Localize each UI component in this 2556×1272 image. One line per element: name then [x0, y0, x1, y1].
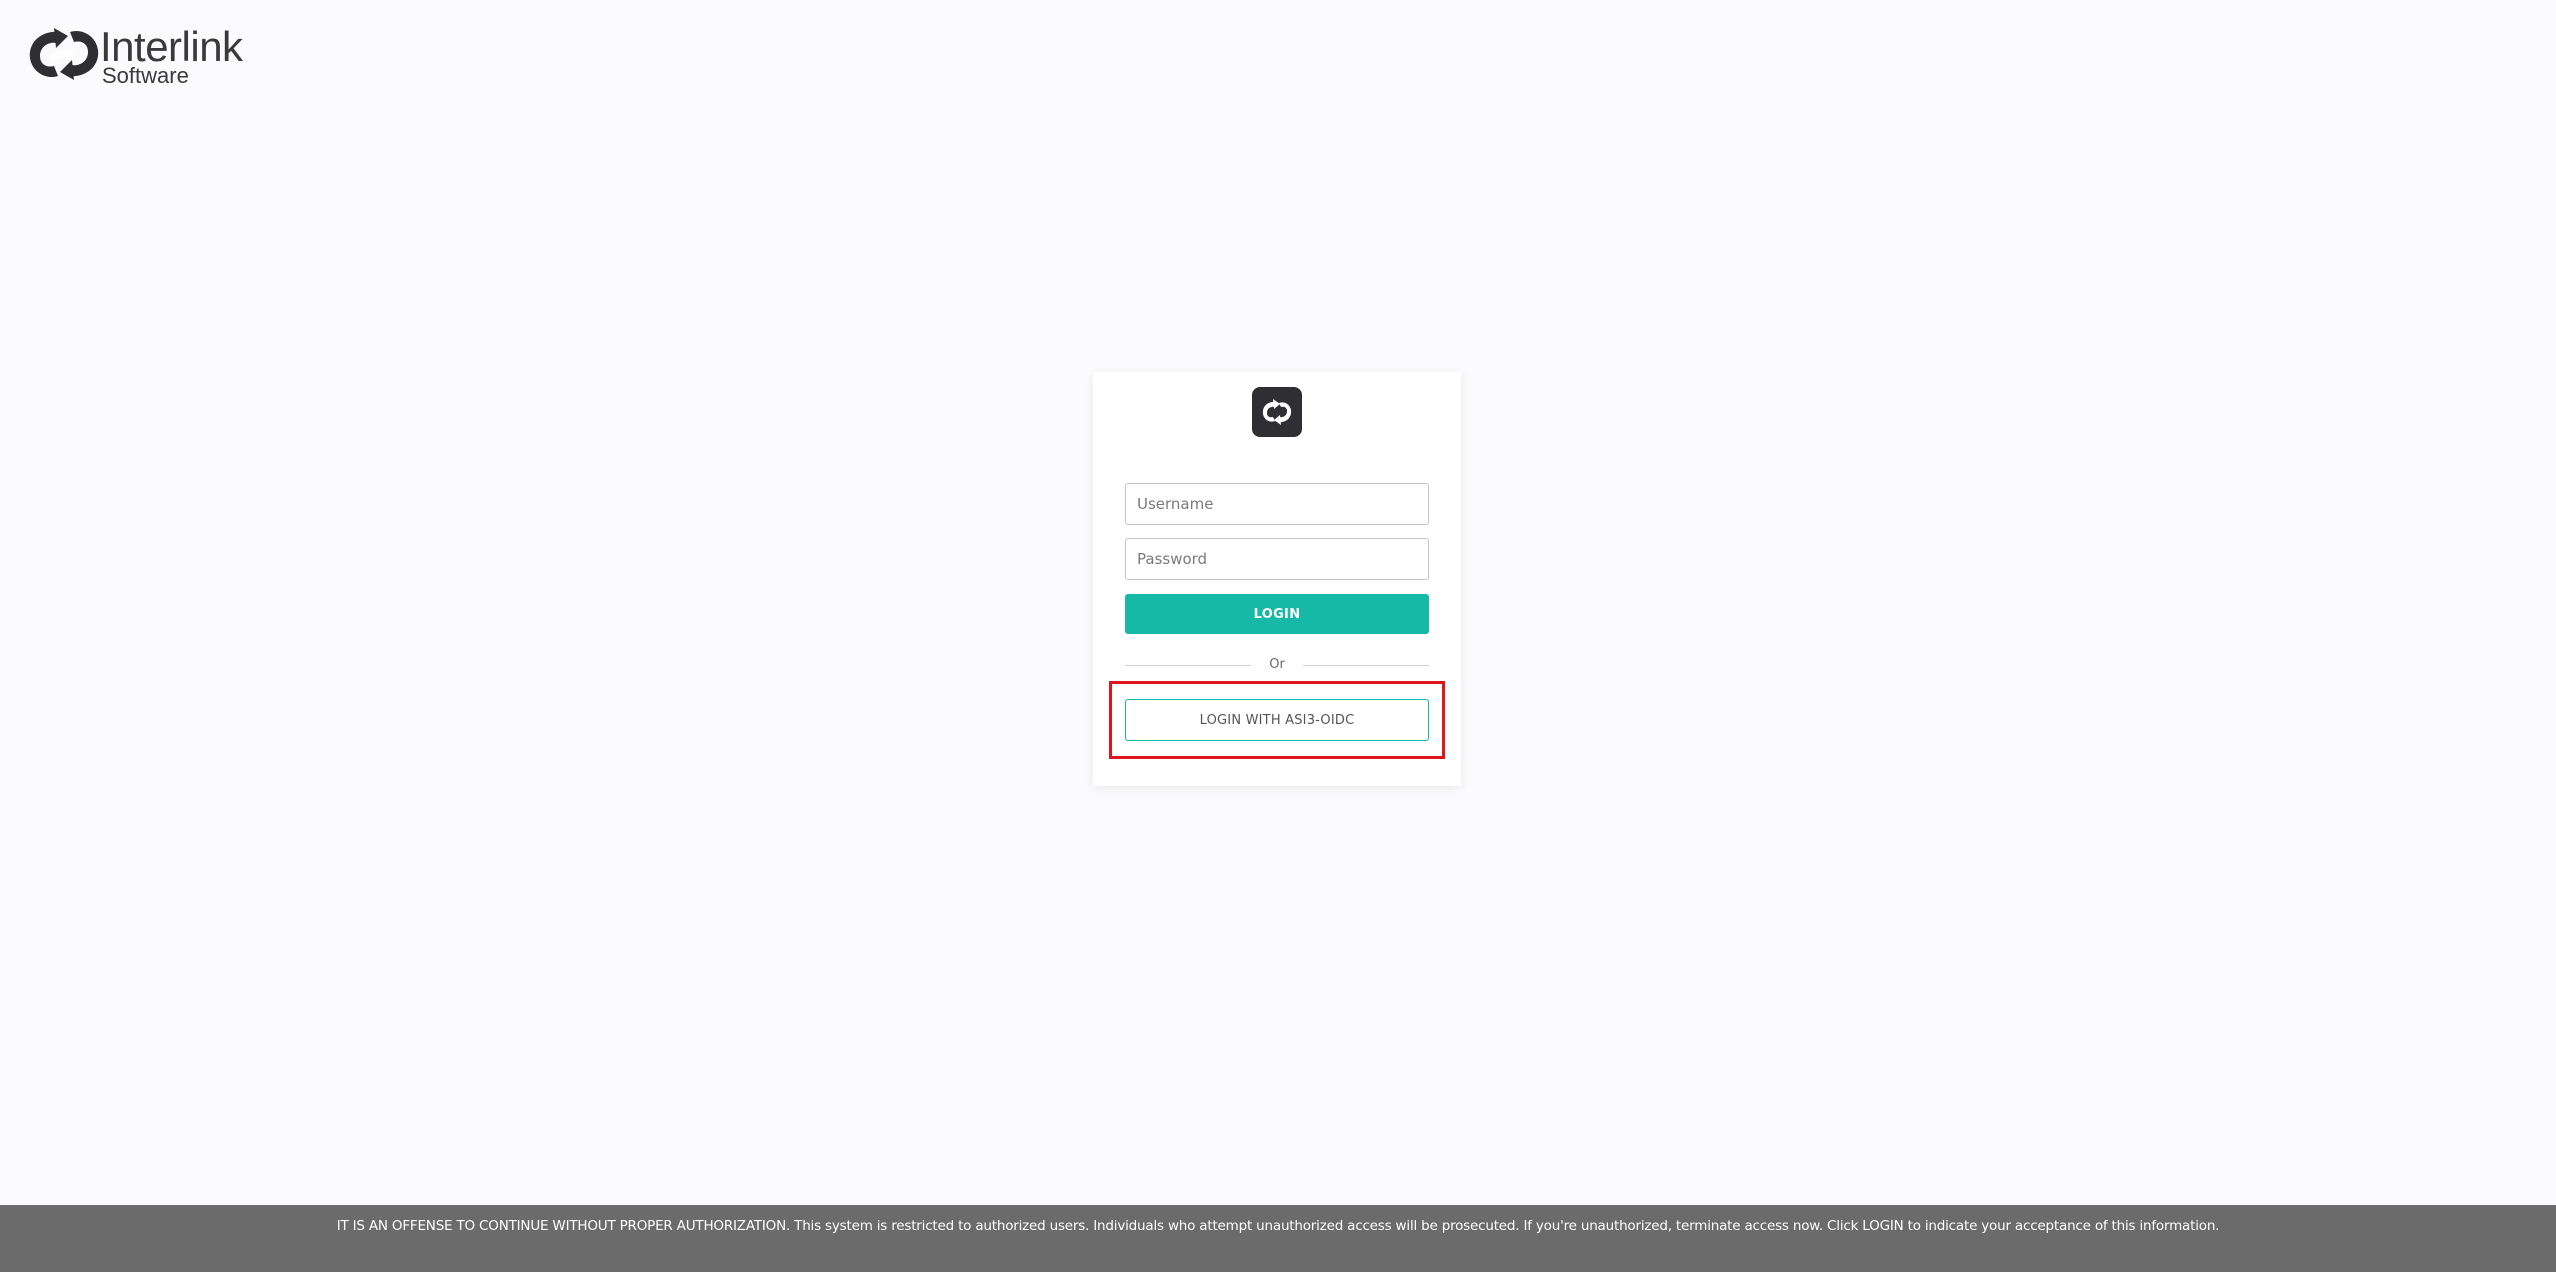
brand-subtitle: Software	[102, 63, 189, 88]
divider-line-left	[1125, 664, 1252, 666]
login-button[interactable]: LOGIN	[1125, 594, 1429, 634]
login-card: LOGIN Or LOGIN WITH ASI3-OIDC	[1093, 372, 1461, 786]
card-logo	[1252, 387, 1302, 437]
password-input[interactable]	[1125, 538, 1429, 580]
interlink-chain-logo-icon	[1262, 399, 1292, 425]
or-divider: Or	[1125, 657, 1430, 673]
interlink-chain-logo-icon	[29, 28, 99, 80]
login-with-oidc-button[interactable]: LOGIN WITH ASI3-OIDC	[1125, 699, 1429, 741]
brand-logo: Interlink Software	[24, 22, 250, 88]
username-input[interactable]	[1125, 483, 1429, 525]
brand-wordmark: Interlink Software	[100, 24, 250, 88]
divider-line-right	[1302, 664, 1430, 666]
footer-banner: IT IS AN OFFENSE TO CONTINUE WITHOUT PRO…	[0, 1205, 2556, 1272]
divider-text: Or	[1269, 657, 1285, 672]
authorization-notice: IT IS AN OFFENSE TO CONTINUE WITHOUT PRO…	[336, 1218, 2220, 1234]
